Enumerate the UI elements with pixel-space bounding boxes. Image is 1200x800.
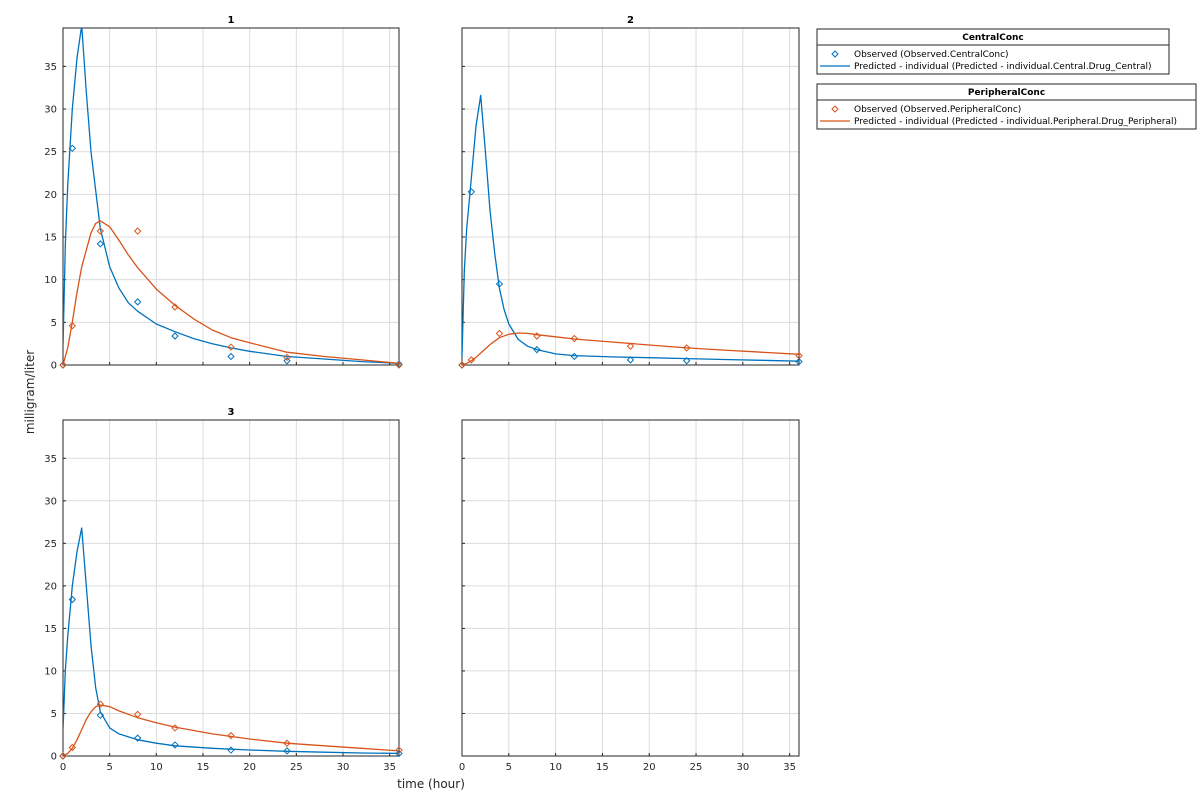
y-tick-label: 25 — [44, 539, 57, 550]
legend-entry-label: Observed (Observed.CentralConc) — [854, 50, 1009, 60]
legends: CentralConc Observed (Observed.CentralCon… — [816, 28, 1197, 130]
plot-area — [63, 28, 399, 365]
y-tick-label: 0 — [51, 361, 57, 372]
figure: 051015202530351 20 5 10 15 20 25 30 350510152025… — [23, 15, 1197, 791]
y-tick-label: 20 — [44, 581, 57, 592]
x-tick-label: 30 — [736, 762, 749, 773]
plot-area — [462, 28, 799, 365]
y-tick-label: 30 — [44, 105, 57, 116]
y-tick-label: 35 — [44, 62, 57, 73]
legend-box: CentralConc Observed (Observed.CentralCon… — [816, 28, 1170, 75]
legend-entry-label: Observed (Observed.PeripheralConc) — [854, 105, 1021, 115]
panel-1: 0 5 10 15 20 25 30 35 1 — [44, 15, 403, 372]
y-tick-label: 30 — [44, 496, 57, 507]
x-tick-label: 20 — [243, 762, 256, 773]
x-tick-label: 20 — [643, 762, 656, 773]
panels: 051015202530351 20 5 10 15 20 25 30 350510152025… — [44, 15, 803, 773]
x-tick-label: 15 — [197, 762, 210, 773]
panel-title: 3 — [228, 407, 235, 418]
y-tick-label: 5 — [51, 709, 57, 720]
x-tick-label: 0 — [60, 762, 66, 773]
x-tick-label: 10 — [549, 762, 562, 773]
x-tick-label: 5 — [106, 762, 112, 773]
y-tick-label: 10 — [44, 275, 57, 286]
x-tick-label: 35 — [383, 762, 396, 773]
x-tick-label: 10 — [150, 762, 163, 773]
y-tick-label: 15 — [44, 624, 57, 635]
x-tick-label: 30 — [337, 762, 350, 773]
y-tick-label: 10 — [44, 666, 57, 677]
y-tick-label: 0 — [51, 752, 57, 763]
plot-area — [462, 420, 799, 756]
y-tick-label: 25 — [44, 147, 57, 158]
y-tick-label: 15 — [44, 233, 57, 244]
y-tick-label: 5 — [51, 318, 57, 329]
x-tick-label: 25 — [690, 762, 703, 773]
y-tick-label: 20 — [44, 190, 57, 201]
legend-entry-label: Predicted - individual (Predicted - indi… — [854, 62, 1151, 72]
plot-area — [63, 420, 399, 756]
x-axis-label: time (hour) — [397, 777, 465, 791]
legend-box: PeripheralConc Observed (Observed.Periphe… — [816, 83, 1197, 130]
panel-4: 0 5 10 15 20 25 30 35 — [459, 419, 800, 773]
panel-title: 2 — [627, 15, 634, 26]
panel-2: 2 — [458, 15, 803, 369]
legend-title: CentralConc — [962, 33, 1024, 43]
legend-title: PeripheralConc — [968, 88, 1045, 98]
y-axis-label: milligram/liter — [23, 350, 37, 434]
panel-title: 1 — [228, 15, 235, 26]
x-tick-label: 5 — [506, 762, 512, 773]
x-tick-label: 25 — [290, 762, 303, 773]
y-tick-label: 35 — [44, 454, 57, 465]
legend-entry-label: Predicted - individual (Predicted - indi… — [854, 117, 1177, 127]
x-tick-label: 35 — [783, 762, 796, 773]
panel-3: 0 5 10 15 20 25 30 35 0 5 10 15 20 25 30 35 3 — [44, 407, 403, 773]
x-tick-label: 0 — [459, 762, 465, 773]
x-tick-label: 15 — [596, 762, 609, 773]
